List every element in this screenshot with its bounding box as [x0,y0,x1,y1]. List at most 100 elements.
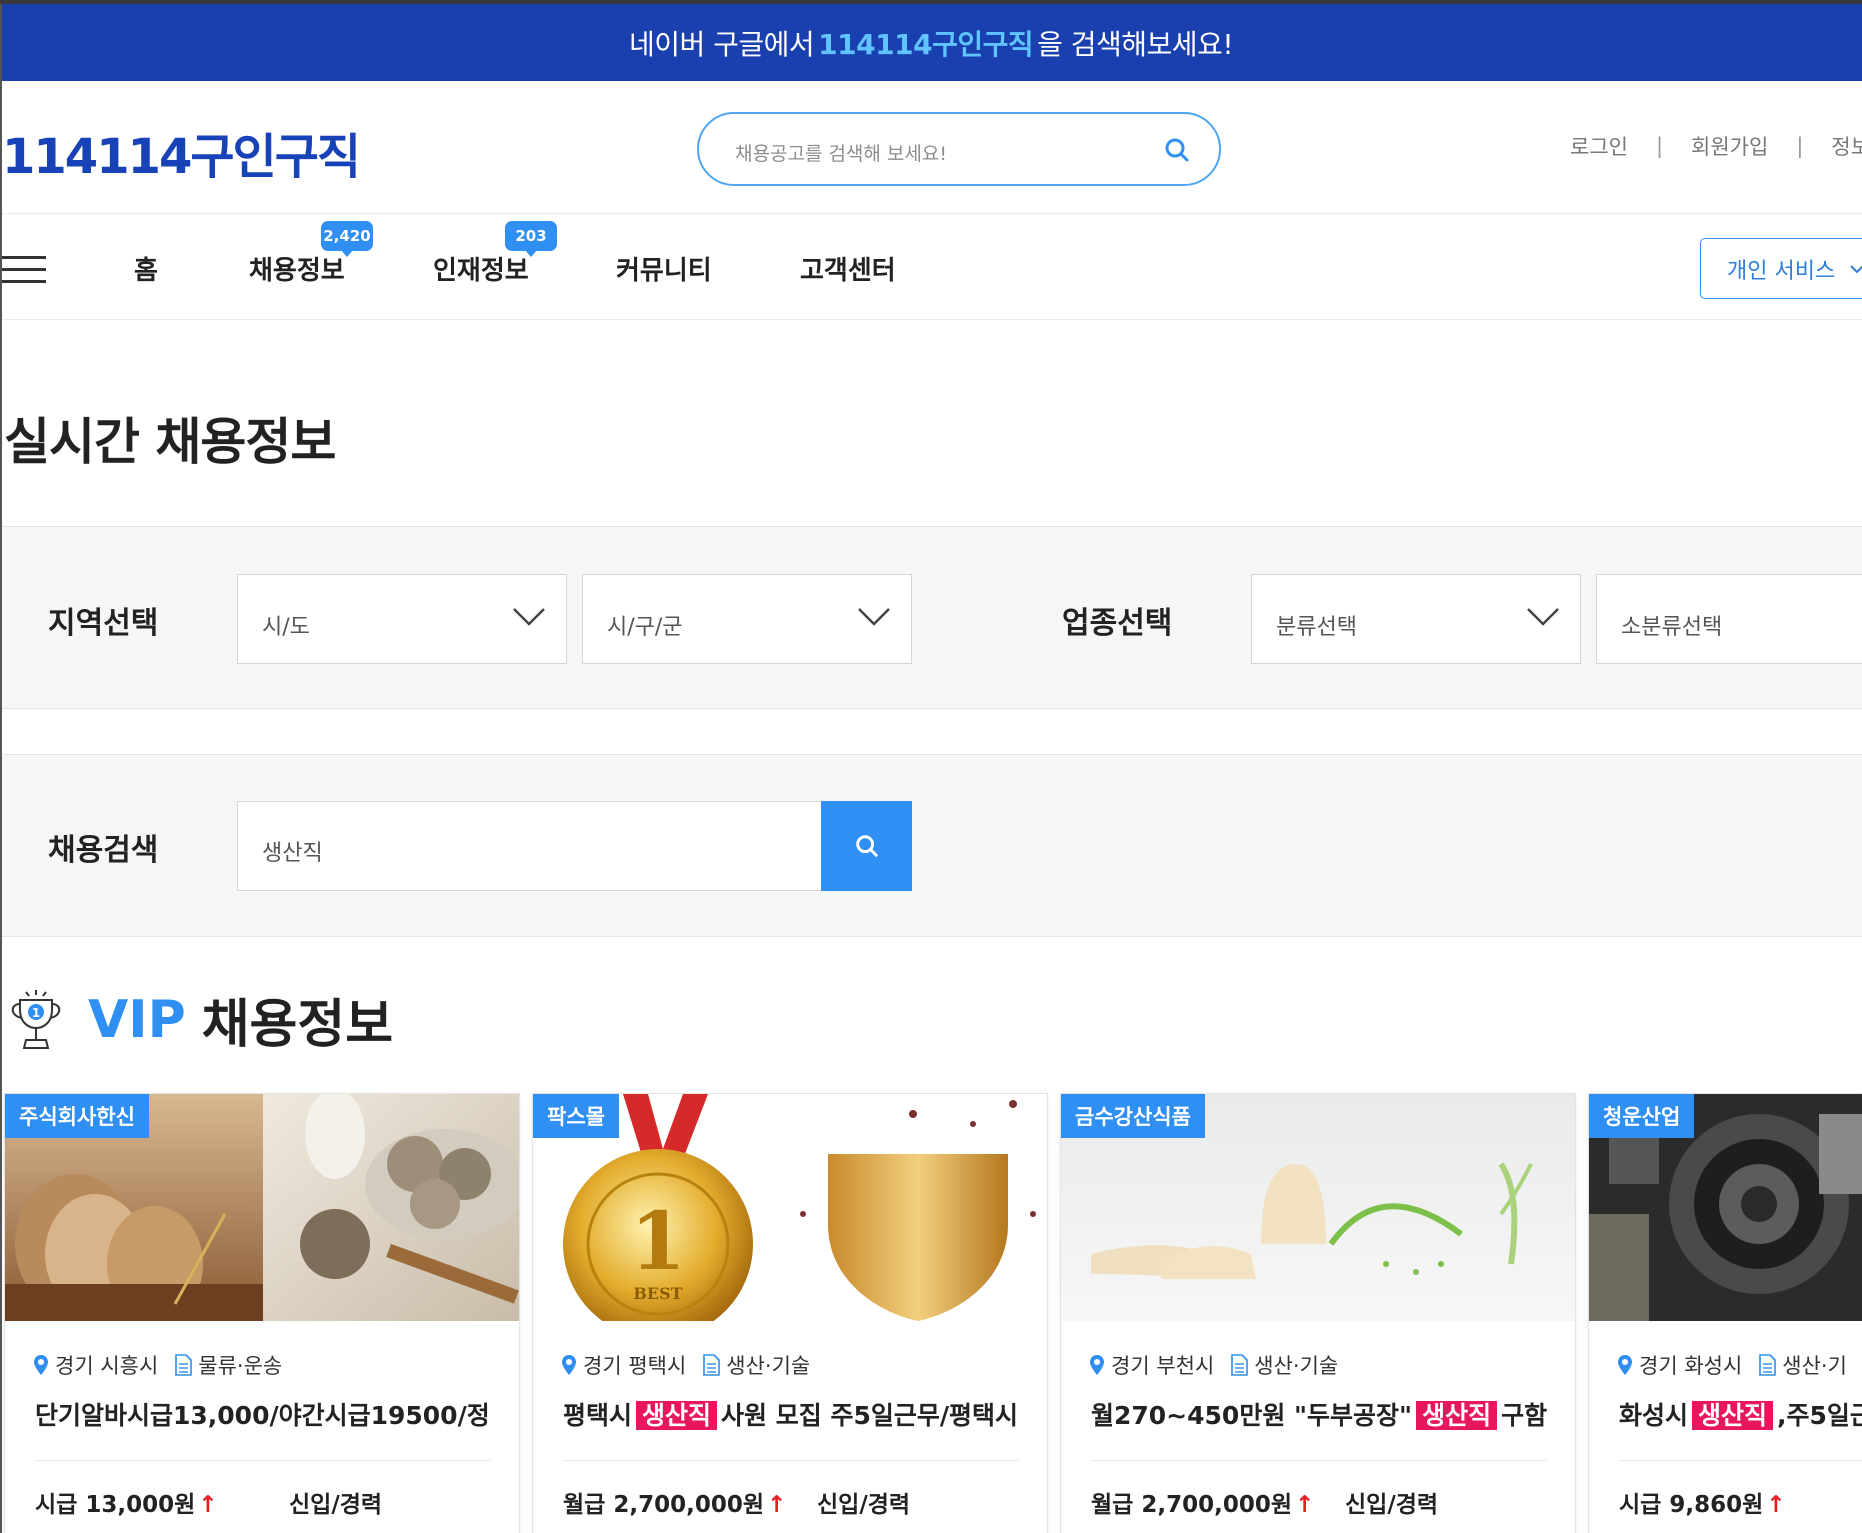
job-title-text: 단기알바시급13,000/야간시급19500/정 [35,1401,490,1430]
nav-talent[interactable]: 인재정보 [433,250,529,287]
job-pay: 월급 2,700,000원 ↑ [563,1485,786,1519]
region-sido-value: 시/도 [262,615,310,640]
card-divider [1619,1460,1862,1461]
industry-major-value: 분류선택 [1276,615,1357,640]
job-title[interactable]: 평택시 생산직 사원 모집 주5일근무/평택시 [563,1396,1023,1432]
job-title[interactable]: 월270~450만원 "두부공장" 생산직 구함 [1091,1396,1551,1432]
region-sigungu-value: 시/구/군 [607,615,683,640]
filter-panel: 지역선택 시/도 시/구/군 업종선택 분류선택 소분류선택 [0,526,1862,709]
trophy-icon: 1 [11,989,61,1049]
job-title-prefix: 평택시 [563,1401,633,1430]
job-search-value: 생산직 [262,841,323,866]
search-icon[interactable] [1163,136,1191,164]
header-search[interactable]: 채용공고를 검색해 보세요! [697,112,1221,186]
card-divider [35,1460,491,1461]
nav-jobs[interactable]: 채용정보 [249,250,345,287]
chevron-down-icon [513,608,545,626]
job-category: 생산·기술 [1254,1354,1339,1378]
job-search-input[interactable]: 생산직 [237,801,822,891]
left-border [0,4,2,1533]
svg-text:1: 1 [32,1006,40,1020]
link-separator: | [1796,134,1804,158]
region-sigungu-select[interactable]: 시/구/군 [582,574,912,664]
job-card-meta: 경기 시흥시 물류·운송 [33,1350,282,1380]
job-card[interactable]: 금수강산식품 경기 부천시 생산·기술 월270~450만원 "두부공장" 생산직… [1060,1093,1576,1533]
region-label: 지역선택 [48,606,159,641]
document-icon [703,1354,721,1376]
job-card[interactable]: 주식회사한신 경기 시흥시 물류·운송 단기알바시급13,000/야간시급195… [4,1093,520,1533]
vip-title: 채용정보 [201,995,394,1055]
banner-suffix: 을 검색해보세요! [1037,27,1234,61]
card-divider [563,1460,1019,1461]
company-tag: 금수강산식품 [1061,1094,1205,1138]
job-title[interactable]: 화성시생산직,주5일근 [1619,1396,1862,1432]
job-pay: 시급 9,860원 ↑ [1619,1485,1786,1519]
job-pay: 월급 2,700,000원 ↑ [1091,1485,1314,1519]
job-location: 경기 화성시 [1639,1354,1743,1378]
job-card-meta: 경기 화성시 생산·기 [1617,1350,1847,1380]
login-link[interactable]: 로그인 [1570,131,1628,161]
chevron-down-icon [1527,608,1559,626]
job-pay-value: 월급 2,700,000원 [1091,1492,1292,1518]
job-pay-value: 시급 13,000원 [35,1492,196,1518]
job-card[interactable]: 1 BEST 팍스몰 경기 평택시 생산·기술 평택시 생산직 사원 모집 주5일근… [532,1093,1048,1533]
job-experience: 신입/경력 [817,1492,911,1518]
search-input[interactable]: 채용공고를 검색해 보세요! [735,139,947,166]
job-title-prefix: 월270~450만원 "두부공장" [1091,1401,1413,1430]
keyword-highlight: 생산직 [1692,1401,1774,1430]
nav-talent-count-badge: 203 [505,221,557,257]
search-icon [855,835,878,857]
document-icon [1759,1354,1777,1376]
company-tag: 팍스몰 [533,1094,619,1138]
page-title: 실시간 채용정보 [4,413,336,471]
job-pay: 시급 13,000원 ↑ [35,1485,218,1519]
chevron-down-icon [1850,264,1862,273]
industry-minor-select[interactable]: 소분류선택 [1596,574,1862,664]
job-title[interactable]: 단기알바시급13,000/야간시급19500/정 [35,1396,495,1432]
card-divider [1091,1460,1547,1461]
arrow-up-icon: ↑ [1295,1492,1315,1518]
link-separator: | [1655,134,1664,158]
nav-customer-center[interactable]: 고객센터 [800,250,896,287]
banner-highlight: 114114구인구직 [818,27,1034,61]
location-pin-icon [1090,1355,1104,1375]
personal-service-dropdown[interactable]: 개인 서비스 [1700,238,1862,299]
job-search-panel: 채용검색 생산직 [0,754,1862,937]
job-card-meta: 경기 평택시 생산·기술 [561,1350,810,1380]
vip-label: VIP [88,989,186,1050]
company-tag: 청운산업 [1589,1094,1695,1138]
job-category: 물류·운송 [198,1354,283,1378]
location-pin-icon [562,1355,576,1375]
region-sido-select[interactable]: 시/도 [237,574,567,664]
nav-community[interactable]: 커뮤니티 [616,250,712,287]
job-title-suffix: 사원 모집 주5일근무/평택시 [721,1401,1018,1430]
nav-jobs-count-badge: 2,420 [321,221,373,257]
job-category: 생산·기 [1782,1354,1847,1378]
industry-minor-value: 소분류선택 [1621,615,1723,640]
job-pay-value: 월급 2,700,000원 [563,1492,764,1518]
personal-service-label: 개인 서비스 [1727,258,1836,284]
info-link[interactable]: 정보 [1831,131,1862,161]
keyword-highlight: 생산직 [636,1401,718,1430]
industry-major-select[interactable]: 분류선택 [1251,574,1581,664]
job-title-suffix: 구함 [1501,1401,1548,1430]
job-category: 생산·기술 [726,1354,811,1378]
company-tag: 주식회사한신 [5,1094,149,1138]
arrow-up-icon: ↑ [767,1492,787,1518]
job-experience: 신입/경력 [1345,1492,1439,1518]
document-icon [175,1354,193,1376]
nav-home[interactable]: 홈 [134,250,158,287]
chevron-down-icon [858,608,890,626]
job-location: 경기 시흥시 [55,1354,159,1378]
job-title-prefix: 화성시 [1619,1401,1689,1430]
site-logo[interactable]: 114114구인구직 [2,117,361,187]
account-links: 로그인 | 회원가입 | 정보 [1570,131,1862,161]
main-nav: 홈 2,420 채용정보 203 인재정보 커뮤니티 고객센터 개인 서비스 [0,214,1862,320]
keyword-highlight: 생산직 [1416,1401,1498,1430]
job-card[interactable]: 청운산업 경기 화성시 생산·기 화성시생산직,주5일근 시급 9,860원↑ [1588,1093,1862,1533]
location-pin-icon [1618,1355,1632,1375]
promo-banner[interactable]: 네이버 구글에서 114114구인구직 을 검색해보세요! [0,4,1862,81]
job-search-button[interactable] [821,801,912,891]
hamburger-icon[interactable] [0,256,46,283]
signup-link[interactable]: 회원가입 [1691,131,1768,161]
